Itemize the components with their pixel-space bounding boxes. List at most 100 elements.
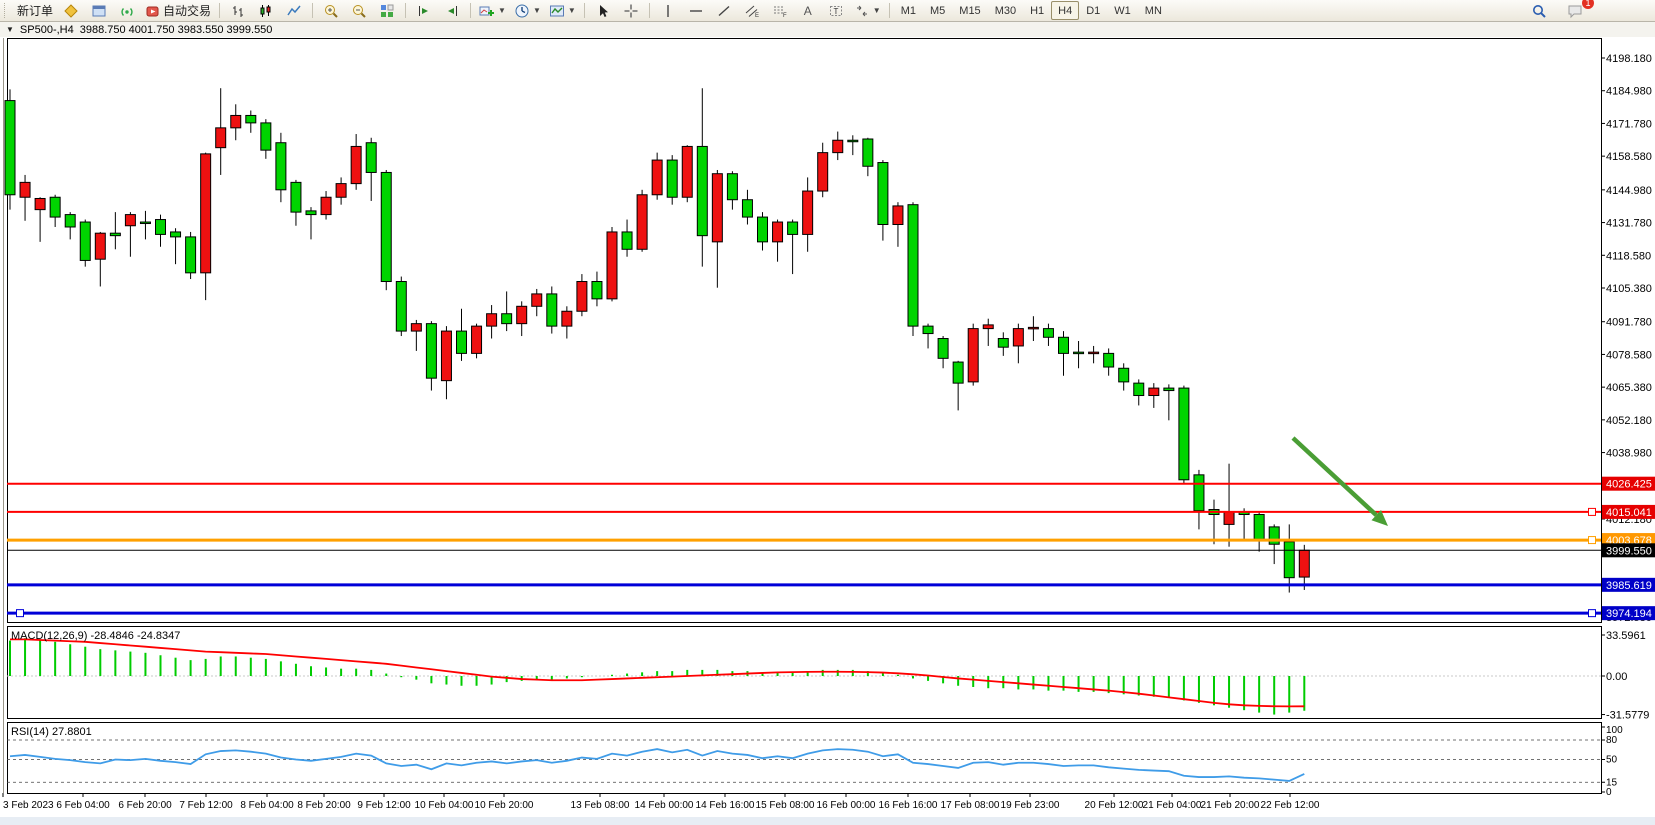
crosshair-button[interactable] bbox=[617, 0, 645, 21]
candle-body bbox=[938, 339, 948, 359]
channel-tool[interactable]: E bbox=[738, 0, 766, 21]
templates-icon bbox=[549, 3, 565, 19]
candle-body bbox=[607, 232, 617, 299]
templates-button[interactable]: ▼ bbox=[545, 0, 580, 21]
window-bottom-strip bbox=[0, 817, 1655, 825]
candle-body bbox=[773, 222, 783, 242]
line-handle[interactable] bbox=[1589, 508, 1596, 515]
zoom-out-button[interactable] bbox=[345, 0, 373, 21]
bar-chart-button[interactable] bbox=[224, 0, 252, 21]
price-tick-label: 4052.180 bbox=[1606, 415, 1652, 427]
main-chart-panel[interactable] bbox=[8, 39, 1602, 623]
auto-trading-icon bbox=[145, 3, 161, 19]
date-tick-label: 10 Feb 20:00 bbox=[475, 800, 534, 811]
date-tick-label: 21 Feb 20:00 bbox=[1201, 800, 1260, 811]
candle-body bbox=[1179, 388, 1189, 480]
chevron-down-icon: ▼ bbox=[533, 6, 541, 15]
rsi-panel[interactable] bbox=[8, 723, 1602, 794]
bar-chart-icon bbox=[230, 3, 246, 19]
candle-body bbox=[276, 143, 286, 190]
candle-body bbox=[758, 217, 768, 242]
candle-body bbox=[20, 182, 30, 197]
candle-body bbox=[1059, 337, 1069, 353]
periods-button[interactable]: ▼ bbox=[510, 0, 545, 21]
candle-body bbox=[336, 184, 346, 198]
timeframe-button-MN[interactable]: MN bbox=[1138, 1, 1169, 20]
line-chart-button[interactable] bbox=[280, 0, 308, 21]
candle-body bbox=[216, 128, 226, 148]
timeframe-button-M1[interactable]: M1 bbox=[894, 1, 923, 20]
text-label-tool[interactable]: T bbox=[822, 0, 850, 21]
timeframe-button-M5[interactable]: M5 bbox=[923, 1, 952, 20]
line-handle[interactable] bbox=[1589, 537, 1596, 544]
tile-windows-button[interactable] bbox=[373, 0, 401, 21]
candle-body bbox=[727, 174, 737, 200]
price-tick-label: 4038.980 bbox=[1606, 448, 1652, 460]
candle-body bbox=[441, 331, 451, 381]
cursor-button[interactable] bbox=[589, 0, 617, 21]
date-tick-label: 8 Feb 20:00 bbox=[297, 800, 351, 811]
chevron-down-icon: ▼ bbox=[498, 6, 506, 15]
tile-windows-icon bbox=[379, 3, 395, 19]
candle-body bbox=[411, 324, 421, 331]
line-handle[interactable] bbox=[1589, 610, 1596, 617]
new-order-button[interactable]: 新订单 bbox=[13, 0, 57, 21]
price-tick-label: 4198.180 bbox=[1606, 53, 1652, 65]
line-handle[interactable] bbox=[17, 610, 24, 617]
horizontal-line-tool[interactable] bbox=[682, 0, 710, 21]
price-tick-label: 4171.780 bbox=[1606, 118, 1652, 130]
chart-shift-icon bbox=[444, 3, 460, 19]
vertical-line-tool[interactable] bbox=[654, 0, 682, 21]
toolbar-separator bbox=[584, 3, 585, 18]
terminal-button[interactable] bbox=[85, 0, 113, 21]
candle-body bbox=[1074, 352, 1084, 354]
timeframe-button-H1[interactable]: H1 bbox=[1023, 1, 1051, 20]
date-tick-label: 14 Feb 16:00 bbox=[696, 800, 755, 811]
toolbar-separator bbox=[470, 3, 471, 18]
chart-window[interactable]: 4198.1804184.9804171.7804158.5804144.980… bbox=[0, 0, 1655, 825]
arrows-tool[interactable]: ▼ bbox=[850, 0, 885, 21]
fibonacci-tool[interactable]: F bbox=[766, 0, 794, 21]
macd-tick-label: -31.5779 bbox=[1606, 710, 1649, 722]
date-tick-label: 6 Feb 04:00 bbox=[56, 800, 110, 811]
auto-scroll-button[interactable] bbox=[410, 0, 438, 21]
zoom-in-icon bbox=[323, 3, 339, 19]
toolbar-separator bbox=[405, 3, 406, 18]
candle-body bbox=[306, 211, 316, 215]
indicators-button[interactable]: ▼ bbox=[475, 0, 510, 21]
candle-body bbox=[547, 294, 557, 326]
timeframe-button-W1[interactable]: W1 bbox=[1107, 1, 1138, 20]
candle-body bbox=[1269, 527, 1279, 544]
candle-body bbox=[472, 326, 482, 353]
text-tool[interactable]: A bbox=[794, 0, 822, 21]
candle-body bbox=[426, 324, 436, 379]
chat-button[interactable]: 1 bbox=[1561, 0, 1589, 21]
candle-body bbox=[351, 146, 361, 183]
candle-body bbox=[517, 306, 527, 323]
vertical-line-icon bbox=[660, 3, 676, 19]
candle-body bbox=[1194, 475, 1204, 511]
candlestick-chart-button[interactable] bbox=[252, 0, 280, 21]
rsi-tick-label: 0 bbox=[1606, 787, 1612, 798]
candle-body bbox=[140, 222, 150, 224]
candle-body bbox=[1043, 329, 1053, 338]
news-signal-button[interactable] bbox=[113, 0, 141, 21]
chart-menu-icon[interactable]: ▼ bbox=[6, 25, 14, 34]
chart-shift-button[interactable] bbox=[438, 0, 466, 21]
zoom-in-button[interactable] bbox=[317, 0, 345, 21]
timeframe-button-M30[interactable]: M30 bbox=[988, 1, 1023, 20]
timeframe-button-D1[interactable]: D1 bbox=[1079, 1, 1107, 20]
candle-body bbox=[1119, 368, 1129, 382]
cursor-icon bbox=[595, 3, 611, 19]
timeframe-button-M15[interactable]: M15 bbox=[952, 1, 987, 20]
wizard-button[interactable] bbox=[57, 0, 85, 21]
candle-body bbox=[156, 220, 166, 235]
search-button[interactable] bbox=[1525, 0, 1553, 21]
auto-trading-button[interactable]: 自动交易 bbox=[141, 0, 215, 21]
candle-body bbox=[577, 282, 587, 312]
trendline-tool[interactable] bbox=[710, 0, 738, 21]
toolbar-separator bbox=[312, 3, 313, 18]
timeframe-button-H4[interactable]: H4 bbox=[1051, 1, 1079, 20]
candle-body bbox=[366, 143, 376, 173]
chart-canvas[interactable]: 4198.1804184.9804171.7804158.5804144.980… bbox=[0, 0, 1655, 825]
